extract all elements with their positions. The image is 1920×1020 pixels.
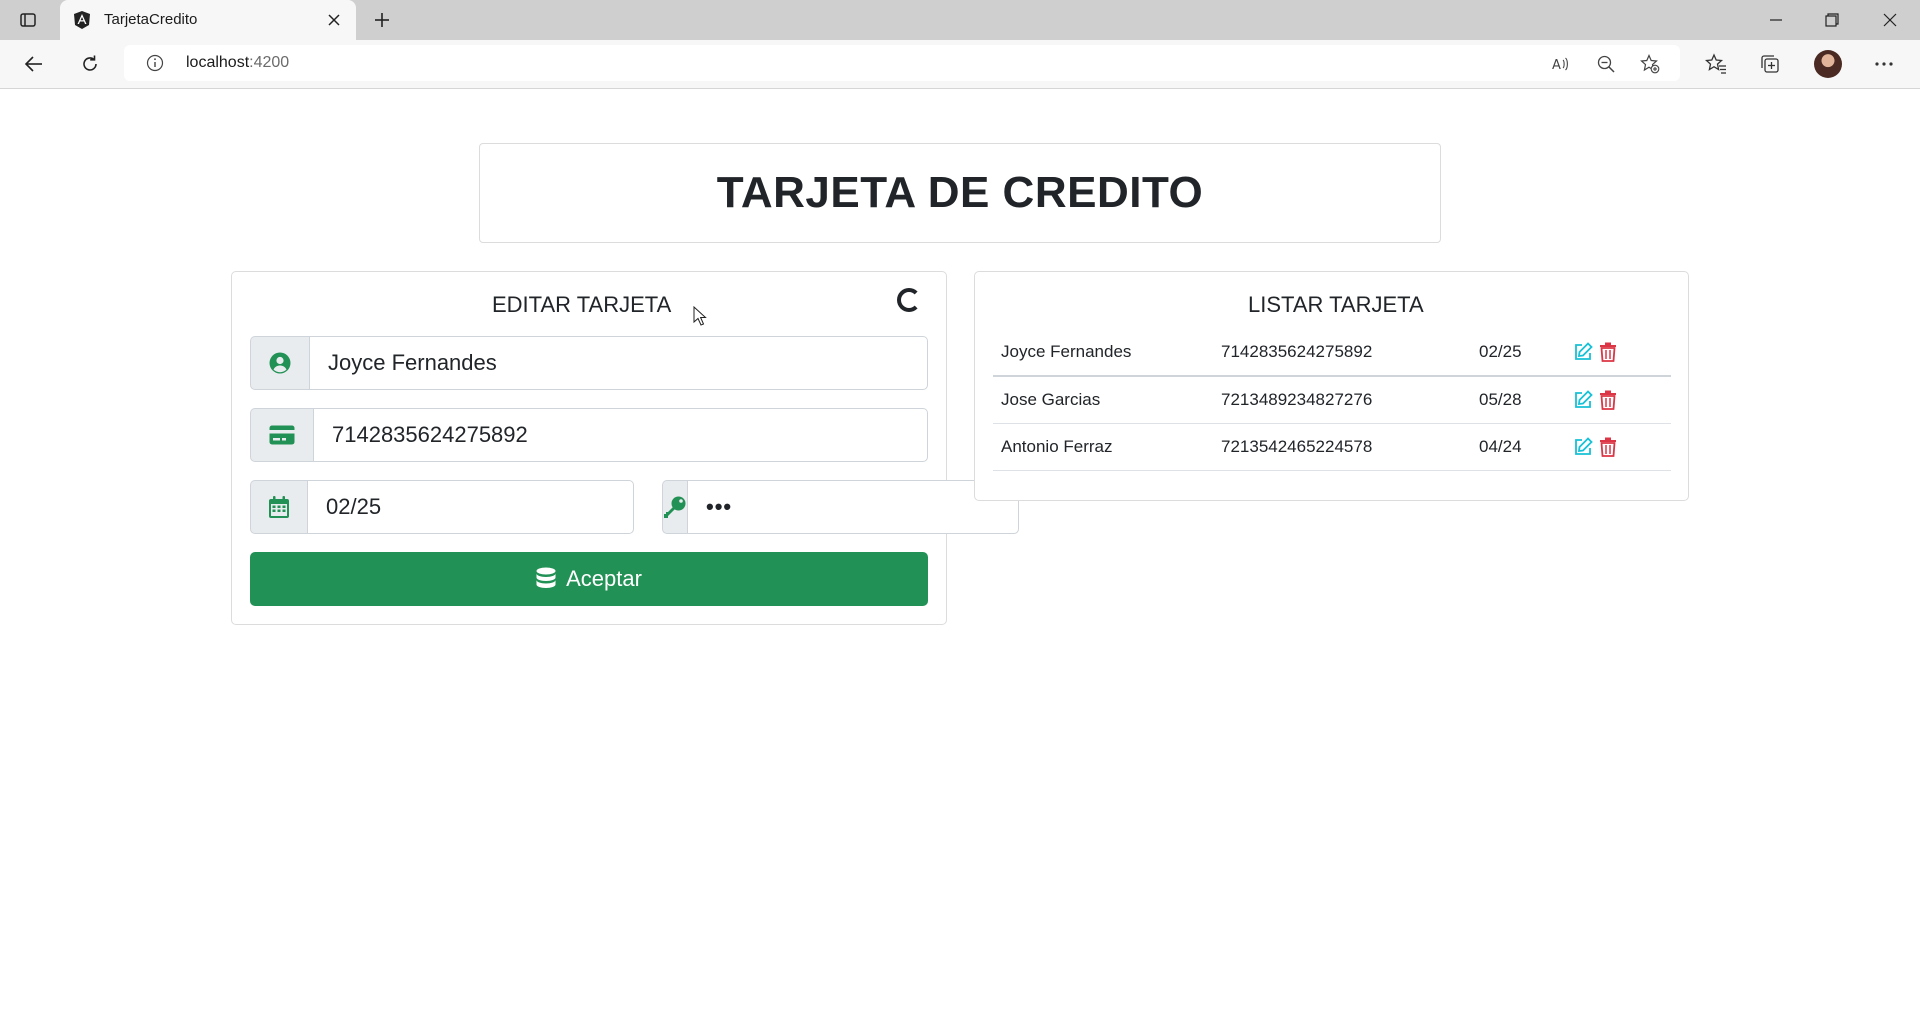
back-icon[interactable] xyxy=(22,52,46,76)
edit-icon[interactable] xyxy=(1573,342,1593,362)
restore-icon[interactable] xyxy=(1820,8,1844,32)
cvv-field[interactable] xyxy=(687,480,1019,534)
cards-table: Joyce Fernandes 7142835624275892 02/25 J… xyxy=(993,329,1671,471)
expiry-field[interactable] xyxy=(307,480,634,534)
credit-card-icon xyxy=(250,408,313,462)
expiry-input-group xyxy=(250,480,634,534)
browser-tab[interactable]: TarjetaCredito xyxy=(60,0,356,40)
list-card: LISTAR TARJETA Joyce Fernandes 714283562… xyxy=(974,271,1689,501)
trash-icon[interactable] xyxy=(1598,342,1618,363)
row-number: 7142835624275892 xyxy=(1213,329,1471,377)
plus-icon[interactable] xyxy=(370,8,394,32)
row-name: Joyce Fernandes xyxy=(993,329,1213,377)
row-actions xyxy=(1565,376,1671,424)
accept-button-label: Aceptar xyxy=(566,566,642,591)
card-number-input-group xyxy=(250,408,928,462)
row-number: 7213542465224578 xyxy=(1213,423,1471,471)
name-input-group xyxy=(250,336,928,390)
row-expiry: 05/28 xyxy=(1471,376,1565,424)
edit-icon[interactable] xyxy=(1573,437,1593,457)
cvv-input-group xyxy=(662,480,1019,534)
tab-title: TarjetaCredito xyxy=(104,11,198,28)
row-actions xyxy=(1565,329,1671,377)
read-aloud-icon[interactable]: A xyxy=(1550,54,1570,74)
browser-toolbar: localhost:4200 A xyxy=(0,40,1920,89)
row-name: Antonio Ferraz xyxy=(993,423,1213,471)
close-window-icon[interactable] xyxy=(1878,8,1902,32)
favorites-icon[interactable] xyxy=(1704,52,1728,76)
trash-icon[interactable] xyxy=(1598,437,1618,458)
info-icon[interactable] xyxy=(146,54,164,72)
more-icon[interactable] xyxy=(1872,52,1896,76)
row-number: 7213489234827276 xyxy=(1213,376,1471,424)
edit-card: EDITAR TARJETA Aceptar xyxy=(231,271,1019,625)
refresh-icon[interactable] xyxy=(78,52,102,76)
url-port: :4200 xyxy=(249,54,290,71)
table-row: Antonio Ferraz 7213542465224578 04/24 xyxy=(993,423,1671,471)
url-host: localhost xyxy=(186,54,250,71)
list-card-title: LISTAR TARJETA xyxy=(1248,292,1424,317)
row-expiry: 04/24 xyxy=(1471,423,1565,471)
table-row: Joyce Fernandes 7142835624275892 02/25 xyxy=(993,329,1671,377)
collections-icon[interactable] xyxy=(1758,52,1782,76)
trash-icon[interactable] xyxy=(1598,390,1618,411)
tab-actions-icon[interactable] xyxy=(18,10,38,30)
svg-text:A: A xyxy=(1552,58,1561,73)
avatar[interactable] xyxy=(1814,50,1842,78)
add-favorite-icon[interactable] xyxy=(1640,54,1660,74)
key-icon xyxy=(662,480,687,534)
edit-card-title: EDITAR TARJETA xyxy=(492,292,672,317)
minimize-icon[interactable] xyxy=(1764,8,1788,32)
user-circle-icon xyxy=(250,336,309,390)
page-title: TARJETA DE CREDITO xyxy=(716,168,1204,217)
zoom-out-icon[interactable] xyxy=(1596,54,1616,74)
card-number-field[interactable] xyxy=(313,408,928,462)
browser-tab-bar: TarjetaCredito xyxy=(0,0,1920,40)
accept-button[interactable]: Aceptar xyxy=(250,552,928,606)
spinner-icon xyxy=(897,288,921,312)
page-header-card: TARJETA DE CREDITO xyxy=(479,143,1441,243)
mouse-cursor-icon xyxy=(693,306,707,326)
angular-icon xyxy=(72,10,92,30)
name-field[interactable] xyxy=(309,336,928,390)
edit-icon[interactable] xyxy=(1573,390,1593,410)
url-text: localhost:4200 xyxy=(186,54,289,72)
table-row: Jose Garcias 7213489234827276 05/28 xyxy=(993,376,1671,424)
row-actions xyxy=(1565,423,1671,471)
address-bar[interactable]: localhost:4200 A xyxy=(124,45,1680,81)
database-icon xyxy=(536,567,556,588)
row-expiry: 02/25 xyxy=(1471,329,1565,377)
calendar-icon xyxy=(250,480,307,534)
row-name: Jose Garcias xyxy=(993,376,1213,424)
close-icon[interactable] xyxy=(324,10,344,30)
